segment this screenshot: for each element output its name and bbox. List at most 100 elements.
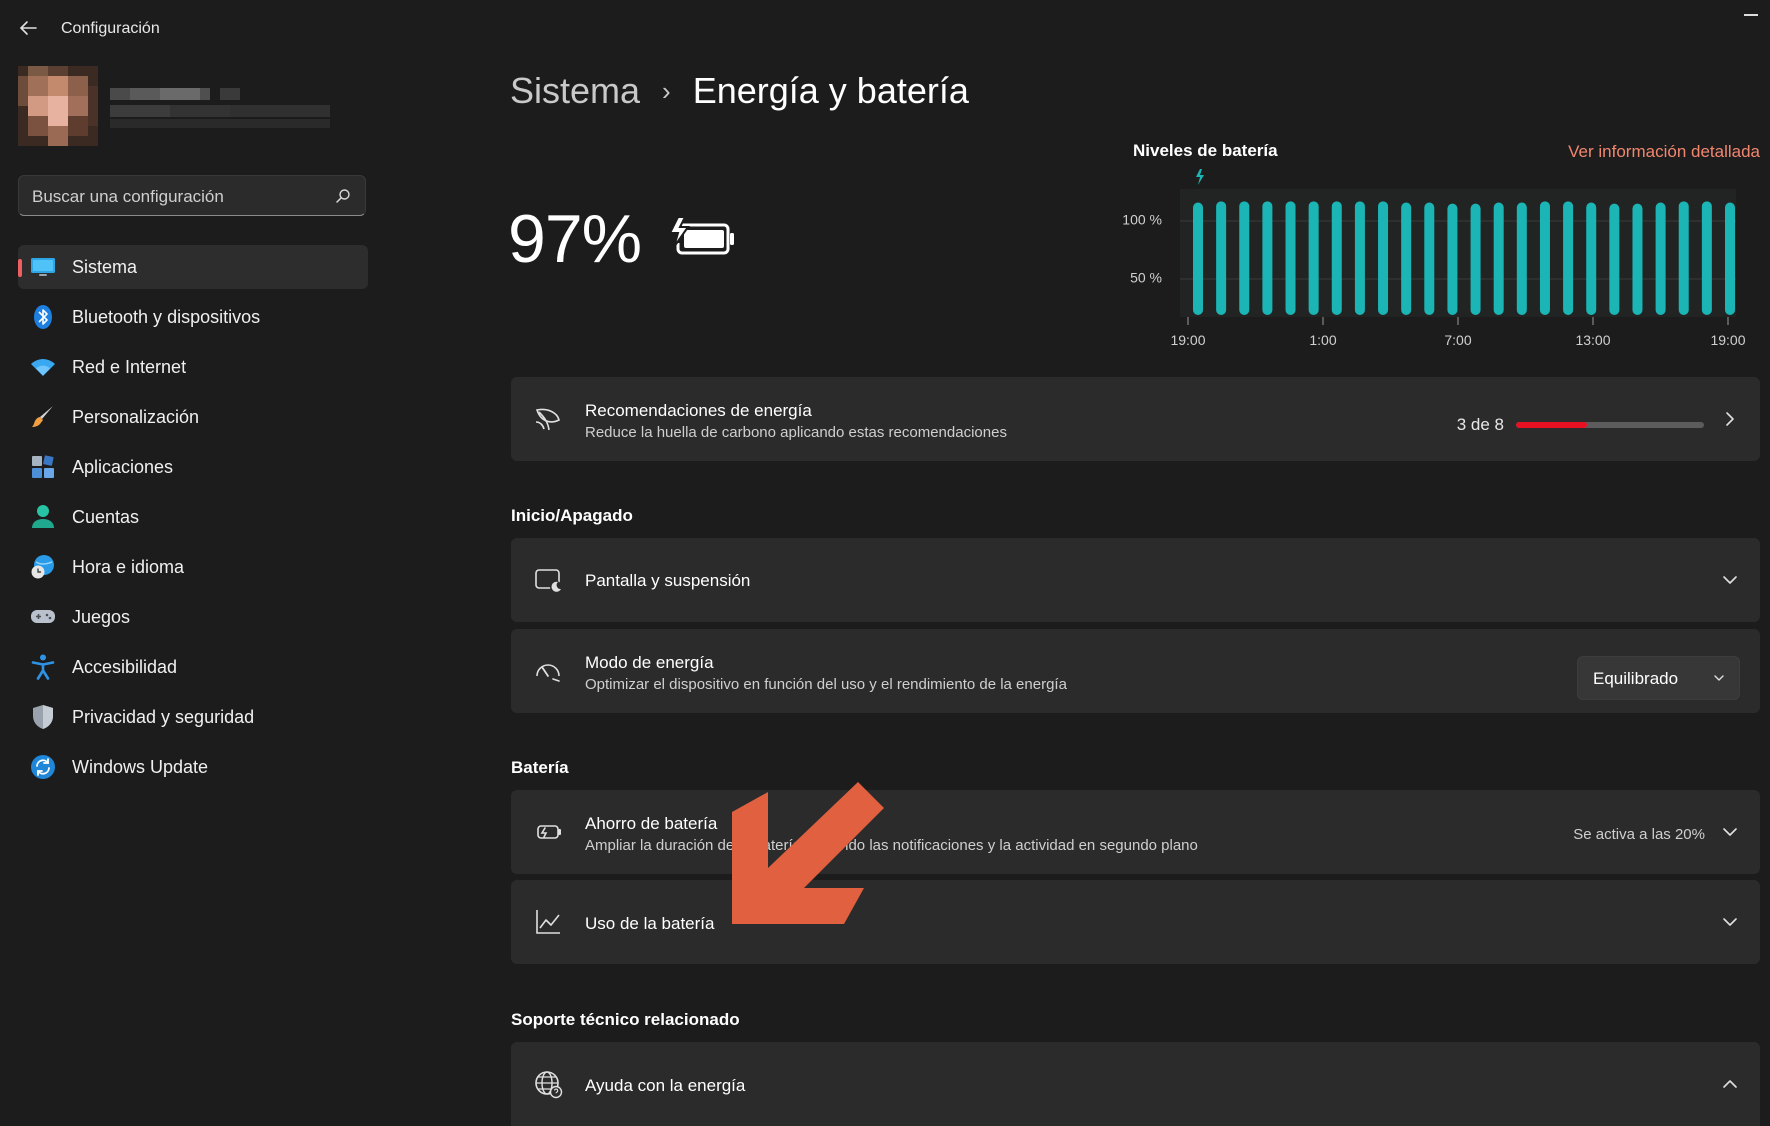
sidebar-item-label: Privacidad y seguridad (72, 706, 255, 727)
account-icon (30, 504, 56, 530)
battery-bar (1470, 203, 1481, 315)
battery-saver-subtitle: Ampliar la duración de la batería limita… (585, 837, 1198, 854)
battery-charging-icon (668, 217, 734, 255)
wifi-icon (30, 354, 56, 380)
sidebar-item-bluetooth[interactable]: Bluetooth y dispositivos (18, 295, 368, 339)
y-tick-50: 50 % (1130, 270, 1162, 286)
sidebar-item-label: Juegos (72, 606, 131, 627)
section-title-support: Soporte técnico relacionado (511, 1010, 740, 1029)
energy-help-title: Ayuda con la energía (585, 1076, 746, 1095)
battery-bar (1516, 202, 1527, 315)
x-tick-label: 13:00 (1575, 332, 1610, 348)
sidebar-item-label: Sistema (72, 256, 138, 277)
battery-bar (1262, 201, 1273, 315)
sidebar-item-aplicaciones[interactable]: Aplicaciones (18, 445, 368, 489)
sidebar-item-label: Personalización (72, 406, 200, 427)
sidebar-item-sistema[interactable]: Sistema (18, 245, 368, 289)
breadcrumb-separator: › (662, 75, 671, 106)
sidebar-item-label: Accesibilidad (72, 656, 178, 677)
chevron-down-icon[interactable] (1722, 914, 1738, 930)
minimize-icon[interactable] (1744, 14, 1758, 16)
energy-recommendations-card[interactable]: Recomendaciones de energía Reduce la hue… (511, 377, 1760, 461)
page-title: Energía y batería (692, 70, 969, 111)
sidebar-item-hora[interactable]: Hora e idioma (18, 545, 368, 589)
energy-help-card[interactable]: Ayuda con la energía (511, 1042, 1760, 1126)
brush-icon (30, 404, 56, 430)
sidebar-item-label: Bluetooth y dispositivos (72, 306, 261, 327)
sidebar-item-accesibilidad[interactable]: Accesibilidad (18, 645, 368, 689)
search-icon[interactable] (335, 188, 351, 204)
battery-bar (1563, 201, 1574, 315)
screen-sleep-card[interactable]: Pantalla y suspensión (511, 538, 1760, 622)
apps-icon (30, 454, 56, 480)
sidebar-nav: Sistema Bluetooth y dispositivos Red e I… (18, 245, 368, 795)
search-input[interactable] (19, 176, 334, 217)
battery-bar (1655, 202, 1666, 315)
sidebar-item-label: Hora e idioma (72, 556, 185, 577)
title-bar: Configuración (0, 0, 1770, 60)
annotation-arrow-icon (732, 782, 884, 924)
battery-usage-card[interactable]: Uso de la batería (511, 880, 1760, 964)
sidebar-item-windows-update[interactable]: Windows Update (18, 745, 368, 789)
battery-bar (1632, 203, 1643, 315)
sidebar-item-cuentas[interactable]: Cuentas (18, 495, 368, 539)
power-mode-subtitle: Optimizar el dispositivo en función del … (585, 676, 1067, 693)
power-mode-dropdown[interactable]: Equilibrado (1577, 656, 1740, 700)
battery-usage-title: Uso de la batería (585, 914, 715, 933)
battery-bar (1701, 201, 1712, 315)
section-title-battery: Batería (511, 758, 569, 777)
screen-sleep-icon (535, 569, 562, 593)
battery-bar (1678, 201, 1689, 315)
sidebar-item-juegos[interactable]: Juegos (18, 595, 368, 639)
sidebar-item-privacidad[interactable]: Privacidad y seguridad (18, 695, 368, 739)
sidebar-item-label: Cuentas (72, 506, 140, 527)
accessibility-icon (30, 654, 56, 680)
chevron-down-icon[interactable] (1722, 572, 1738, 588)
search-box[interactable] (18, 175, 366, 217)
breadcrumb-parent[interactable]: Sistema (510, 70, 640, 112)
y-tick-100: 100 % (1122, 212, 1162, 228)
avatar[interactable] (18, 66, 98, 146)
x-tick-label: 7:00 (1444, 332, 1471, 348)
recommendations-progress (1516, 422, 1704, 428)
chevron-right-icon[interactable] (1722, 411, 1738, 427)
battery-bar (1586, 202, 1597, 315)
recommendations-subtitle: Reduce la huella de carbono aplicando es… (585, 424, 1007, 441)
line-chart-icon (536, 910, 560, 934)
battery-saver-icon (537, 825, 561, 839)
battery-bar (1285, 201, 1296, 315)
gamepad-icon (30, 604, 56, 630)
power-mode-gauge-icon (536, 664, 560, 682)
charging-bolt-icon (1196, 169, 1204, 185)
power-mode-value: Equilibrado (1593, 669, 1679, 688)
power-mode-title: Modo de energía (585, 653, 714, 672)
battery-saver-card[interactable]: Ahorro de batería Ampliar la duración de… (511, 790, 1760, 874)
recommendations-title: Recomendaciones de energía (585, 401, 812, 420)
breadcrumb: Sistema › Energía y batería (510, 70, 969, 112)
battery-bar (1354, 201, 1365, 315)
battery-saver-title: Ahorro de batería (585, 814, 718, 833)
battery-bar (1447, 203, 1458, 315)
battery-bar (1493, 202, 1504, 315)
sidebar-item-label: Windows Update (72, 756, 209, 777)
sidebar-item-red[interactable]: Red e Internet (18, 345, 368, 389)
back-arrow-icon[interactable] (18, 18, 38, 38)
battery-bar (1609, 203, 1620, 315)
shield-icon (30, 704, 56, 730)
battery-bar (1539, 201, 1550, 315)
chevron-down-icon (1714, 675, 1724, 681)
battery-bar (1216, 201, 1227, 315)
chevron-down-icon[interactable] (1722, 824, 1738, 840)
x-tick-label: 19:00 (1710, 332, 1745, 348)
sidebar-item-personalizacion[interactable]: Personalización (18, 395, 368, 439)
power-mode-card: Modo de energía Optimizar el dispositivo… (511, 629, 1760, 713)
battery-bar (1239, 201, 1250, 315)
update-icon (30, 754, 56, 780)
chevron-up-icon[interactable] (1722, 1076, 1738, 1092)
chart-title: Niveles de batería (1133, 141, 1278, 160)
bluetooth-icon (30, 304, 56, 330)
x-tick-label: 19:00 (1170, 332, 1205, 348)
monitor-icon (30, 254, 56, 280)
battery-percent: 97% (508, 201, 642, 277)
detailed-info-link[interactable]: Ver información detallada (1568, 142, 1760, 162)
